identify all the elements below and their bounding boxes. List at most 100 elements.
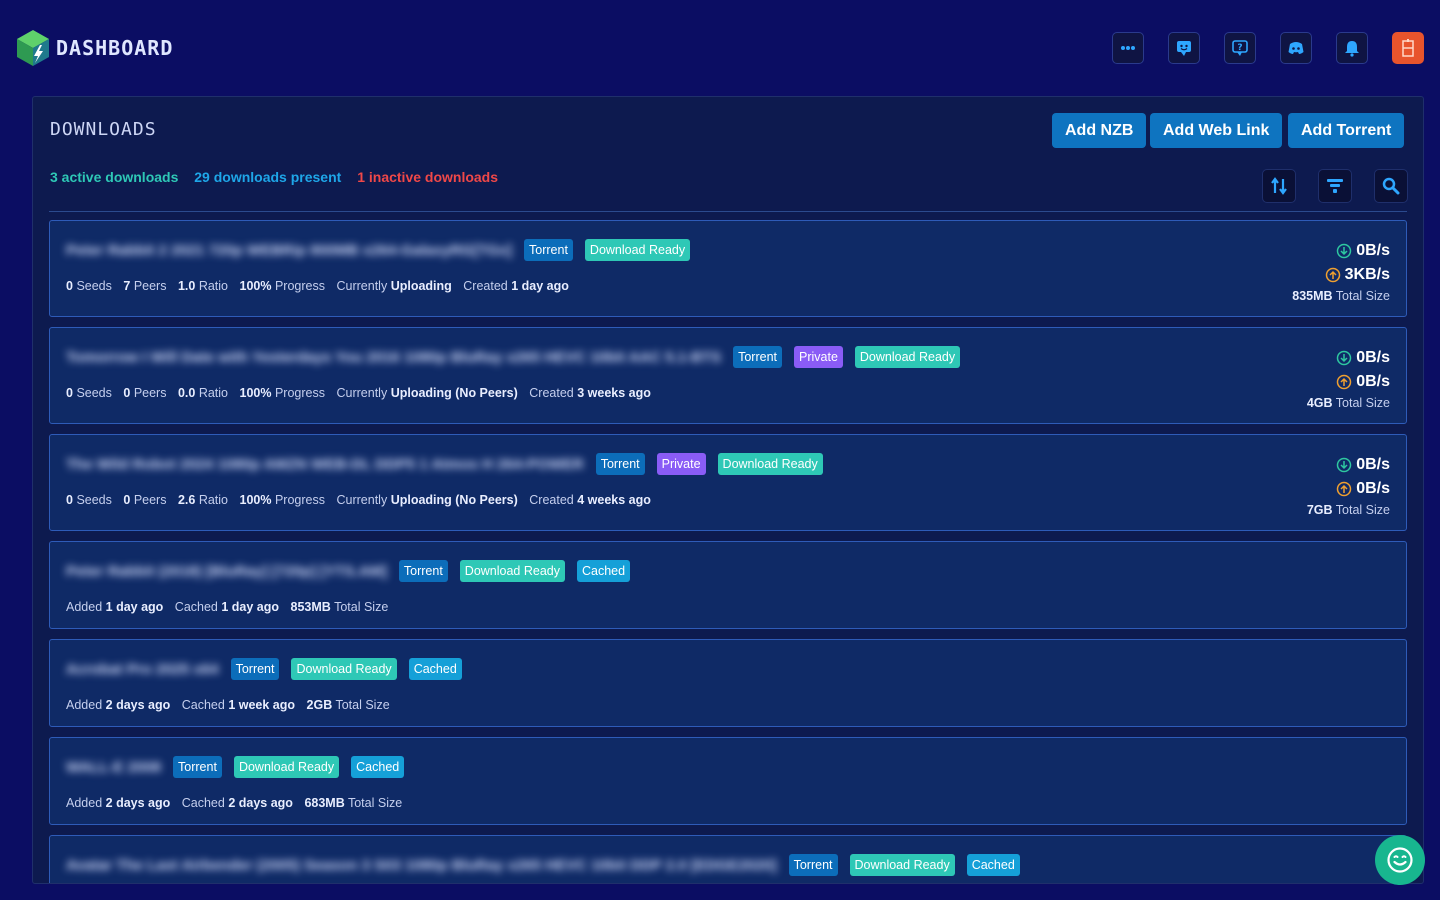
download-details: 0 Seeds 0 Peers 2.6 Ratio 100% Progress … <box>66 493 651 507</box>
present-count[interactable]: 29 downloads present <box>194 169 341 185</box>
size-label: Total Size <box>335 698 390 712</box>
download-speed-icon <box>1336 243 1352 259</box>
brand-title[interactable]: DASHBOARD <box>56 36 173 60</box>
cached-value: 2 days ago <box>228 796 293 810</box>
progress-label: Progress <box>274 279 325 293</box>
download-card[interactable]: Peter Rabbit (2018) [BluRay] [720p] [YTS… <box>49 541 1407 629</box>
download-speed: 0B/s <box>1356 242 1390 259</box>
cached-label: Cached <box>181 698 225 712</box>
added-value: 2 days ago <box>105 796 171 810</box>
download-name[interactable]: Avatar The Last Airbender (2005) Season … <box>66 857 777 874</box>
total-size: 835MB Total Size <box>1292 289 1390 303</box>
discord-icon <box>1288 42 1304 54</box>
add-torrent-button[interactable]: Add Torrent <box>1288 113 1405 148</box>
download-details: Added 2 days ago Cached 1 week ago 2GB T… <box>66 698 390 712</box>
download-card[interactable]: The Wild Robot 2024 1080p AMZN WEB-DL DD… <box>49 434 1407 531</box>
private-tag: Private <box>656 453 706 475</box>
status-value: Uploading (No Peers) <box>390 386 518 400</box>
upload-speed-icon <box>1325 267 1340 283</box>
torrent-tag: Torrent <box>788 854 838 876</box>
notifications-button[interactable] <box>1336 32 1368 64</box>
download-card[interactable]: Tomorrow I Will Date with Yesterdays You… <box>49 327 1407 424</box>
currently-label: Currently <box>336 493 388 507</box>
size-value: 853MB <box>290 600 331 614</box>
created-value: 4 weeks ago <box>577 493 651 507</box>
peers-label: Peers <box>133 279 167 293</box>
active-count[interactable]: 3 active downloads <box>50 169 178 185</box>
download-name[interactable]: Peter Rabbit 2 2021 720p WEBRip 800MB x2… <box>66 242 512 259</box>
download-details: 0 Seeds 0 Peers 0.0 Ratio 100% Progress … <box>66 386 651 400</box>
downloads-panel: DOWNLOADS Add NZB Add Web Link Add Torre… <box>32 96 1424 884</box>
currently-label: Currently <box>336 386 388 400</box>
added-value: 1 day ago <box>105 600 164 614</box>
size-label: Total Size <box>1335 503 1390 517</box>
size-value: 2GB <box>306 698 333 712</box>
created-label: Created <box>529 493 574 507</box>
peers-label: Peers <box>133 386 167 400</box>
cached-label: Cached <box>181 796 225 810</box>
status-value: Uploading <box>390 279 452 293</box>
download-card[interactable]: Peter Rabbit 2 2021 720p WEBRip 800MB x2… <box>49 220 1407 317</box>
sort-button[interactable] <box>1262 169 1296 203</box>
download-speed: 0B/s <box>1356 456 1390 473</box>
panel-title: DOWNLOADS <box>50 119 157 140</box>
support-icon: ? <box>1232 40 1248 56</box>
torrent-tag: Torrent <box>230 658 280 680</box>
more-button[interactable] <box>1112 32 1144 64</box>
logo-icon <box>17 30 49 66</box>
speed-info: 0B/s 3KB/s 835MB Total Size <box>1292 239 1390 303</box>
size-label: Total Size <box>1335 396 1390 410</box>
download-card[interactable]: Acrobat Pro 2025 x64 Torrent Download Re… <box>49 639 1407 727</box>
seeds-value: 0 <box>66 386 73 400</box>
progress-value: 100% <box>239 386 272 400</box>
filter-icon <box>1327 179 1343 193</box>
feedback-button[interactable] <box>1168 32 1200 64</box>
filter-button[interactable] <box>1318 169 1352 203</box>
size-label: Total Size <box>334 600 389 614</box>
cached-value: 1 day ago <box>221 600 280 614</box>
seeds-label: Seeds <box>76 493 112 507</box>
download-name[interactable]: WALL-E 2008 <box>66 759 161 776</box>
add-web-link-button[interactable]: Add Web Link <box>1150 113 1283 148</box>
private-tag: Private <box>794 346 843 368</box>
upload-speed: 0B/s <box>1356 480 1390 497</box>
download-card[interactable]: WALL-E 2008 Torrent Download Ready Cache… <box>49 737 1407 825</box>
progress-label: Progress <box>274 493 325 507</box>
svg-text:?: ? <box>1237 43 1242 53</box>
created-label: Created <box>529 386 574 400</box>
ratio-label: Ratio <box>198 386 229 400</box>
sort-icon <box>1271 177 1287 195</box>
divider <box>49 211 1407 212</box>
user-avatar[interactable] <box>1392 32 1424 64</box>
size-value: 7GB <box>1306 503 1333 517</box>
discord-button[interactable] <box>1280 32 1312 64</box>
smiley-chat-icon <box>1387 847 1413 873</box>
download-card[interactable]: Avatar The Last Airbender (2005) Season … <box>49 835 1407 883</box>
download-stats: 3 active downloads 29 downloads present … <box>50 169 510 185</box>
progress-label: Progress <box>274 386 325 400</box>
cached-tag: Cached <box>966 854 1020 876</box>
created-label: Created <box>463 279 508 293</box>
inactive-count[interactable]: 1 inactive downloads <box>357 169 498 185</box>
search-button[interactable] <box>1374 169 1408 203</box>
download-name[interactable]: Tomorrow I Will Date with Yesterdays You… <box>66 349 721 366</box>
torrent-tag: Torrent <box>524 239 573 261</box>
cached-value: 1 week ago <box>228 698 296 712</box>
upload-speed: 3KB/s <box>1344 266 1390 283</box>
download-name[interactable]: Peter Rabbit (2018) [BluRay] [720p] [YTS… <box>66 563 387 580</box>
created-value: 1 day ago <box>511 279 569 293</box>
download-speed-icon <box>1336 457 1352 473</box>
cached-tag: Cached <box>577 560 631 582</box>
chat-button[interactable] <box>1375 835 1425 885</box>
ready-tag: Download Ready <box>584 239 691 261</box>
add-nzb-button[interactable]: Add NZB <box>1052 113 1147 148</box>
ratio-label: Ratio <box>198 493 229 507</box>
size-value: 4GB <box>1306 396 1333 410</box>
added-label: Added <box>66 698 103 712</box>
download-name[interactable]: The Wild Robot 2024 1080p AMZN WEB-DL DD… <box>66 456 584 473</box>
avatar-icon <box>1402 39 1414 57</box>
download-name[interactable]: Acrobat Pro 2025 x64 <box>66 661 219 678</box>
torrent-tag: Torrent <box>173 756 222 778</box>
support-button[interactable]: ? <box>1224 32 1256 64</box>
download-details: Added 2 days ago Cached 2 days ago 683MB… <box>66 796 402 810</box>
